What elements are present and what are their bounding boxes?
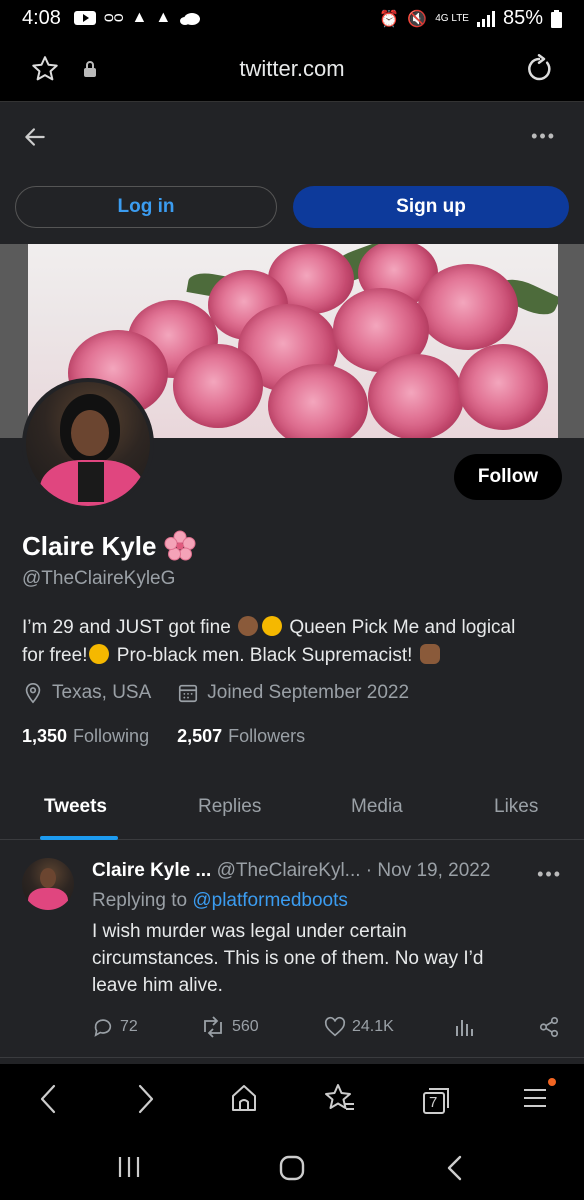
youtube-icon xyxy=(74,11,96,25)
profile-tabs: Tweets Replies Media Likes xyxy=(0,782,584,840)
heart-icon xyxy=(324,1016,346,1037)
cherry-blossom-icon xyxy=(164,530,196,561)
tweet-avatar[interactable] xyxy=(22,858,74,910)
raised-fist-emoji-icon xyxy=(419,644,440,664)
system-back-icon[interactable] xyxy=(444,1154,466,1182)
tab-count: 7 xyxy=(429,1094,438,1111)
bio-text-1: I’m 29 and JUST got fine xyxy=(22,617,231,638)
signal-icon xyxy=(476,10,495,27)
status-time: 4:08 xyxy=(22,7,61,29)
warning-icon-2: ▲ xyxy=(155,9,172,26)
status-right: ⏰ 🔇 4G LTE 85% xyxy=(379,7,562,30)
browser-bottom-nav: 7 xyxy=(0,1064,584,1134)
battery-icon xyxy=(551,9,562,28)
voicemail-icon: ᴑᴑ xyxy=(104,9,124,26)
star-struck-emoji-icon xyxy=(262,616,283,636)
replying-to: Replying to @platformedboots xyxy=(92,890,348,912)
bio-text-2: Queen Pick Me and logical xyxy=(289,617,516,638)
system-nav-bar xyxy=(0,1134,584,1200)
location-pin-icon xyxy=(25,683,41,704)
notification-dot xyxy=(548,1078,556,1086)
retweet-button[interactable]: 560 xyxy=(200,1016,259,1038)
alarm-icon: ⏰ xyxy=(379,10,400,28)
bio-text-3: for free! xyxy=(22,645,88,666)
tab-tweets[interactable]: Tweets xyxy=(44,796,107,818)
warning-icon: ▲ xyxy=(131,9,148,26)
reply-icon xyxy=(94,1019,112,1037)
calendar-icon xyxy=(179,684,198,703)
following-label: Following xyxy=(73,726,150,746)
following-link[interactable]: 1,350 Following xyxy=(22,726,149,747)
hand-over-mouth-emoji-icon xyxy=(89,644,110,664)
retweet-count: 560 xyxy=(232,1018,259,1035)
profile-meta: Texas, USA Joined September 2022 xyxy=(22,682,409,704)
login-button[interactable]: Log in xyxy=(15,186,277,228)
home-button-icon[interactable] xyxy=(278,1154,306,1182)
reply-button[interactable]: 72 xyxy=(92,1016,138,1038)
recent-apps-icon[interactable] xyxy=(116,1154,142,1180)
tweet-more-icon[interactable]: ••• xyxy=(537,864,562,885)
tab-replies[interactable]: Replies xyxy=(198,796,261,818)
battery-percent: 85% xyxy=(502,7,543,29)
profile-bio: I’m 29 and JUST got fine Queen Pick Me a… xyxy=(22,614,562,670)
tweet-item[interactable]: Claire Kyle ... @TheClaireKyl... · Nov 1… xyxy=(0,842,584,1058)
follow-button[interactable]: Follow xyxy=(454,454,562,500)
followers-label: Followers xyxy=(228,726,306,746)
analytics-icon[interactable] xyxy=(454,1016,474,1038)
network-type: 4G LTE xyxy=(435,13,469,24)
bookmarks-icon[interactable] xyxy=(324,1082,356,1114)
notification-icons: ᴑᴑ ▲ ▲ xyxy=(74,9,201,27)
reload-icon[interactable] xyxy=(524,54,554,84)
profile-name-row: Claire Kyle xyxy=(22,530,196,562)
menu-icon xyxy=(524,1089,546,1107)
tab-likes[interactable]: Likes xyxy=(494,796,538,818)
browser-forward-icon[interactable] xyxy=(134,1082,158,1116)
more-options-icon[interactable]: ••• xyxy=(531,126,556,147)
tweet-author[interactable]: Claire Kyle ... xyxy=(92,860,211,881)
location-text: Texas, USA xyxy=(52,682,152,703)
flexed-biceps-emoji-icon xyxy=(238,616,259,636)
tweet-handle[interactable]: @TheClaireKyl... xyxy=(217,860,361,881)
browser-back-icon[interactable] xyxy=(36,1082,60,1116)
profile-page: ••• Log in Sign up Follow Claire Kyle @T… xyxy=(0,102,584,1064)
home-icon[interactable] xyxy=(228,1082,260,1114)
tweet-header: Claire Kyle ... @TheClaireKyl... · Nov 1… xyxy=(92,860,490,882)
tweet-date[interactable]: · Nov 19, 2022 xyxy=(366,860,491,881)
joined-text: Joined September 2022 xyxy=(207,682,410,703)
like-count: 24.1K xyxy=(352,1018,394,1035)
share-icon[interactable] xyxy=(538,1016,560,1038)
tweet-text: I wish murder was legal under certain ci… xyxy=(92,921,484,996)
menu-button[interactable] xyxy=(522,1078,556,1117)
tab-media[interactable]: Media xyxy=(351,796,403,818)
profile-avatar[interactable] xyxy=(22,378,154,510)
following-count: 1,350 xyxy=(22,726,68,746)
followers-link[interactable]: 2,507 Followers xyxy=(177,726,305,747)
tabs-button[interactable]: 7 xyxy=(420,1086,452,1116)
signup-button[interactable]: Sign up xyxy=(293,186,569,228)
mute-icon: 🔇 xyxy=(407,10,428,28)
replying-prefix: Replying to xyxy=(92,890,188,911)
profile-name: Claire Kyle xyxy=(22,530,157,561)
top-nav: ••• xyxy=(0,102,584,172)
bio-text-4: Pro-black men. Black Supremacist! xyxy=(116,645,413,666)
status-bar: 4:08 ᴑᴑ ▲ ▲ ⏰ 🔇 4G LTE 85% xyxy=(0,0,584,38)
profile-handle: @TheClaireKyleG xyxy=(22,568,176,589)
reply-count: 72 xyxy=(120,1018,138,1035)
browser-toolbar: twitter.com xyxy=(0,38,584,102)
replying-to-handle[interactable]: @platformedboots xyxy=(192,890,348,911)
tweet-actions: 72 560 24.1K xyxy=(92,1016,562,1042)
back-arrow-icon[interactable] xyxy=(22,124,48,150)
followers-count: 2,507 xyxy=(177,726,223,746)
like-button[interactable]: 24.1K xyxy=(324,1016,394,1038)
retweet-icon xyxy=(204,1016,222,1038)
active-tab-indicator xyxy=(40,836,118,840)
profile-stats: 1,350 Following 2,507 Followers xyxy=(22,726,305,747)
address-bar[interactable]: twitter.com xyxy=(0,56,584,82)
cloud-icon xyxy=(180,13,201,25)
